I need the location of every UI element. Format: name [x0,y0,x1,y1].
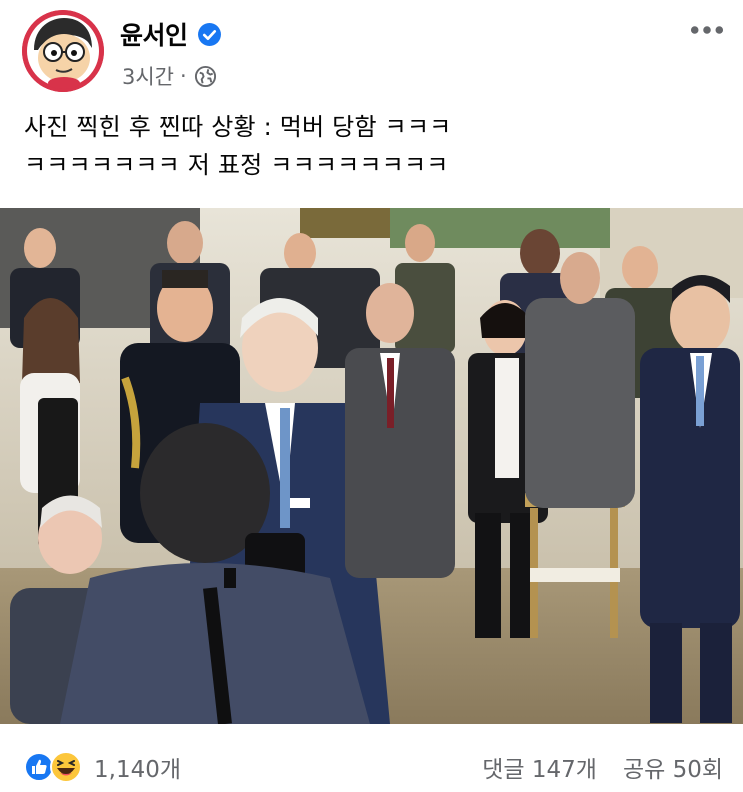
more-options-button[interactable] [687,14,727,46]
post-meta: 3시간 · [122,60,217,92]
meta-separator: · [180,64,187,88]
reaction-count[interactable]: 1,140개 [94,750,181,784]
author-avatar[interactable] [22,10,104,92]
cartoon-avatar-image [22,10,104,92]
facebook-post: 윤서인 3시간 · 사진 찍힌 후 찐따 상황 : 먹버 당함 ㅋㅋㅋ ㅋㅋㅋㅋ… [0,0,743,792]
post-timestamp[interactable]: 3시간 [122,61,174,91]
author-row: 윤서인 [120,14,222,54]
shares-count-link[interactable]: 공유 50회 [623,750,723,784]
more-icon [690,26,724,34]
author-name[interactable]: 윤서인 [120,16,188,52]
haha-reaction-icon [50,751,82,783]
reaction-icons [24,750,86,784]
post-text: 사진 찍힌 후 찐따 상황 : 먹버 당함 ㅋㅋㅋ ㅋㅋㅋㅋㅋㅋㅋ 저 표정 ㅋ… [24,108,724,184]
post-text-line-1: 사진 찍힌 후 찐따 상황 : 먹버 당함 ㅋㅋㅋ [24,113,452,141]
post-photo[interactable] [0,208,743,724]
post-text-line-2: ㅋㅋㅋㅋㅋㅋㅋ 저 표정 ㅋㅋㅋㅋㅋㅋㅋㅋ [24,151,449,179]
engagement-summary: 댓글 147개 공유 50회 [482,748,723,786]
reactions-summary[interactable]: 1,140개 [24,748,181,786]
verified-badge-icon [197,22,222,47]
event-photo-image [0,208,743,724]
comments-count-link[interactable]: 댓글 147개 [482,750,597,784]
globe-icon[interactable] [194,65,217,88]
